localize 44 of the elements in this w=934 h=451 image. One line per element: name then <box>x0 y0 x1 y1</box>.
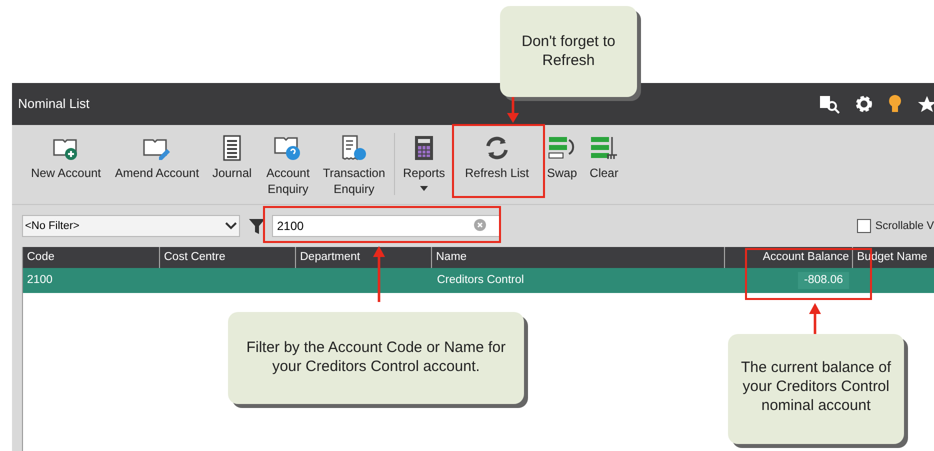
scrollable-checkbox[interactable] <box>857 219 872 233</box>
table-cell-text: 2100 <box>27 272 53 288</box>
print-preview-icon[interactable] <box>818 94 840 114</box>
callout-note: Don't forget to Refresh <box>500 6 637 97</box>
column-header[interactable]: Cost Centre <box>164 248 226 266</box>
toolbar-button[interactable]: Clear <box>585 133 623 181</box>
gear-icon[interactable] <box>854 94 874 114</box>
book-pencil-icon <box>143 137 171 161</box>
table-cell-text: Creditors Control <box>437 272 524 288</box>
book-add-icon <box>53 137 79 161</box>
table-cell: -808.06 <box>798 272 849 290</box>
toolbar-button[interactable]: Swap <box>543 133 581 181</box>
column-header[interactable]: Department <box>300 248 360 266</box>
star-icon[interactable] <box>918 95 934 113</box>
arrow <box>809 303 821 334</box>
list-document-icon <box>223 135 241 161</box>
checkbox-label: Scrollable V <box>875 218 934 234</box>
toolbar-button[interactable]: Refresh List <box>455 133 539 181</box>
toolbar-button[interactable]: Journal <box>208 133 256 181</box>
book-question-icon <box>274 135 302 161</box>
toolbar-button[interactable]: New Account <box>28 133 104 181</box>
callout-note: The current balance of your Creditors Control nominal account <box>728 334 904 444</box>
chevron-down-icon <box>225 222 237 230</box>
filter-icon[interactable] <box>248 217 266 235</box>
toolbar-button[interactable]: Transaction Enquiry <box>320 133 388 197</box>
calculator-icon <box>414 135 434 161</box>
column-header[interactable]: Code <box>27 248 54 266</box>
arrow <box>373 246 385 302</box>
window-title: Nominal List <box>18 95 90 114</box>
callout-note: Filter by the Account Code or Name for your Creditors Control account. <box>228 312 524 404</box>
table-row[interactable]: 2100 Creditors Control -808.06 <box>23 268 934 293</box>
search-field[interactable]: 2100 <box>272 215 500 237</box>
column-header[interactable]: Account Balance <box>762 248 849 266</box>
clear-list-icon <box>590 135 618 161</box>
arrow <box>507 97 519 123</box>
toolbar-button[interactable]: Account Enquiry <box>262 133 314 197</box>
filter-dropdown[interactable]: <No Filter> <box>22 215 240 237</box>
column-header[interactable]: Name <box>436 248 467 266</box>
lightbulb-icon[interactable] <box>888 94 902 114</box>
swap-icon <box>548 135 576 161</box>
refresh-icon <box>484 135 510 161</box>
receipt-question-icon <box>341 135 367 161</box>
toolbar-button[interactable]: Amend Account <box>110 133 204 181</box>
toolbar-button[interactable]: Reports <box>401 133 447 191</box>
